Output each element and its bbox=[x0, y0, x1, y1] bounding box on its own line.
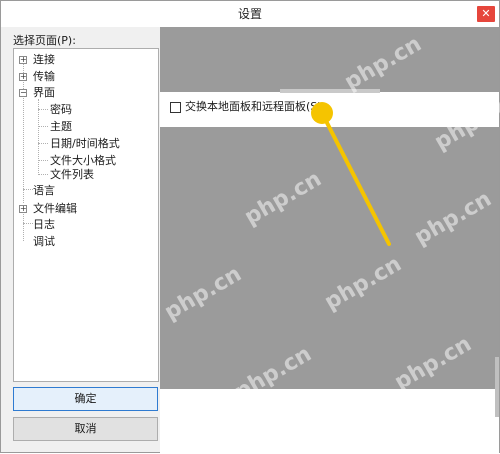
tree-item-interface[interactable]: 界面 bbox=[33, 85, 55, 100]
settings-content-panel: 交换本地面板和远程面板(S) bbox=[160, 27, 499, 453]
cancel-button[interactable]: 取消 bbox=[13, 417, 158, 441]
dimmed-area bbox=[160, 27, 499, 92]
close-icon: ✕ bbox=[481, 7, 491, 20]
tree-item-file-list[interactable]: 文件列表 bbox=[50, 167, 94, 182]
close-button[interactable]: ✕ bbox=[477, 6, 495, 22]
tree-item-logging[interactable]: 日志 bbox=[33, 217, 55, 232]
tree-line bbox=[38, 99, 39, 173]
tree-item-theme[interactable]: 主题 bbox=[50, 119, 72, 134]
swap-panels-checkbox[interactable] bbox=[170, 102, 181, 113]
dimmed-area bbox=[160, 127, 499, 389]
title-bar: 设置 ✕ bbox=[1, 1, 499, 27]
option-row: 交换本地面板和远程面板(S) bbox=[160, 93, 499, 127]
swap-panels-label[interactable]: 交换本地面板和远程面板(S) bbox=[185, 99, 322, 115]
dialog-title: 设置 bbox=[237, 7, 262, 21]
expand-icon[interactable]: + bbox=[19, 205, 27, 213]
tree-item-debug[interactable]: 调试 bbox=[33, 234, 55, 249]
tree-item-password[interactable]: 密码 bbox=[50, 102, 72, 117]
tree-line bbox=[38, 174, 48, 175]
tree-item-filesize-format[interactable]: 文件大小格式 bbox=[50, 153, 116, 168]
tree-item-language[interactable]: 语言 bbox=[33, 183, 55, 198]
tree-line bbox=[38, 109, 48, 110]
expand-icon[interactable]: + bbox=[19, 73, 27, 81]
tree-item-connection[interactable]: 连接 bbox=[33, 52, 55, 67]
expand-icon[interactable]: + bbox=[19, 56, 27, 64]
tree-line bbox=[38, 160, 48, 161]
tree-line bbox=[23, 189, 33, 190]
tree-line bbox=[23, 223, 33, 224]
page-tree[interactable]: + 连接 + 传输 − 界面 密码 主题 日期/时间格式 文件大小格式 文件列表… bbox=[13, 48, 159, 382]
tree-item-file-editing[interactable]: 文件编辑 bbox=[33, 201, 77, 216]
select-page-label: 选择页面(P): bbox=[13, 34, 76, 47]
tree-line bbox=[38, 143, 48, 144]
collapse-icon[interactable]: − bbox=[19, 89, 27, 97]
ok-button[interactable]: 确定 bbox=[13, 387, 158, 411]
settings-dialog: 设置 ✕ 选择页面(P): + 连接 + 传输 − 界面 密码 主题 日期/时间… bbox=[0, 0, 500, 453]
scrollbar[interactable] bbox=[495, 357, 499, 417]
tree-item-transfer[interactable]: 传输 bbox=[33, 69, 55, 84]
tree-line bbox=[38, 126, 48, 127]
tree-item-datetime-format[interactable]: 日期/时间格式 bbox=[50, 136, 120, 151]
